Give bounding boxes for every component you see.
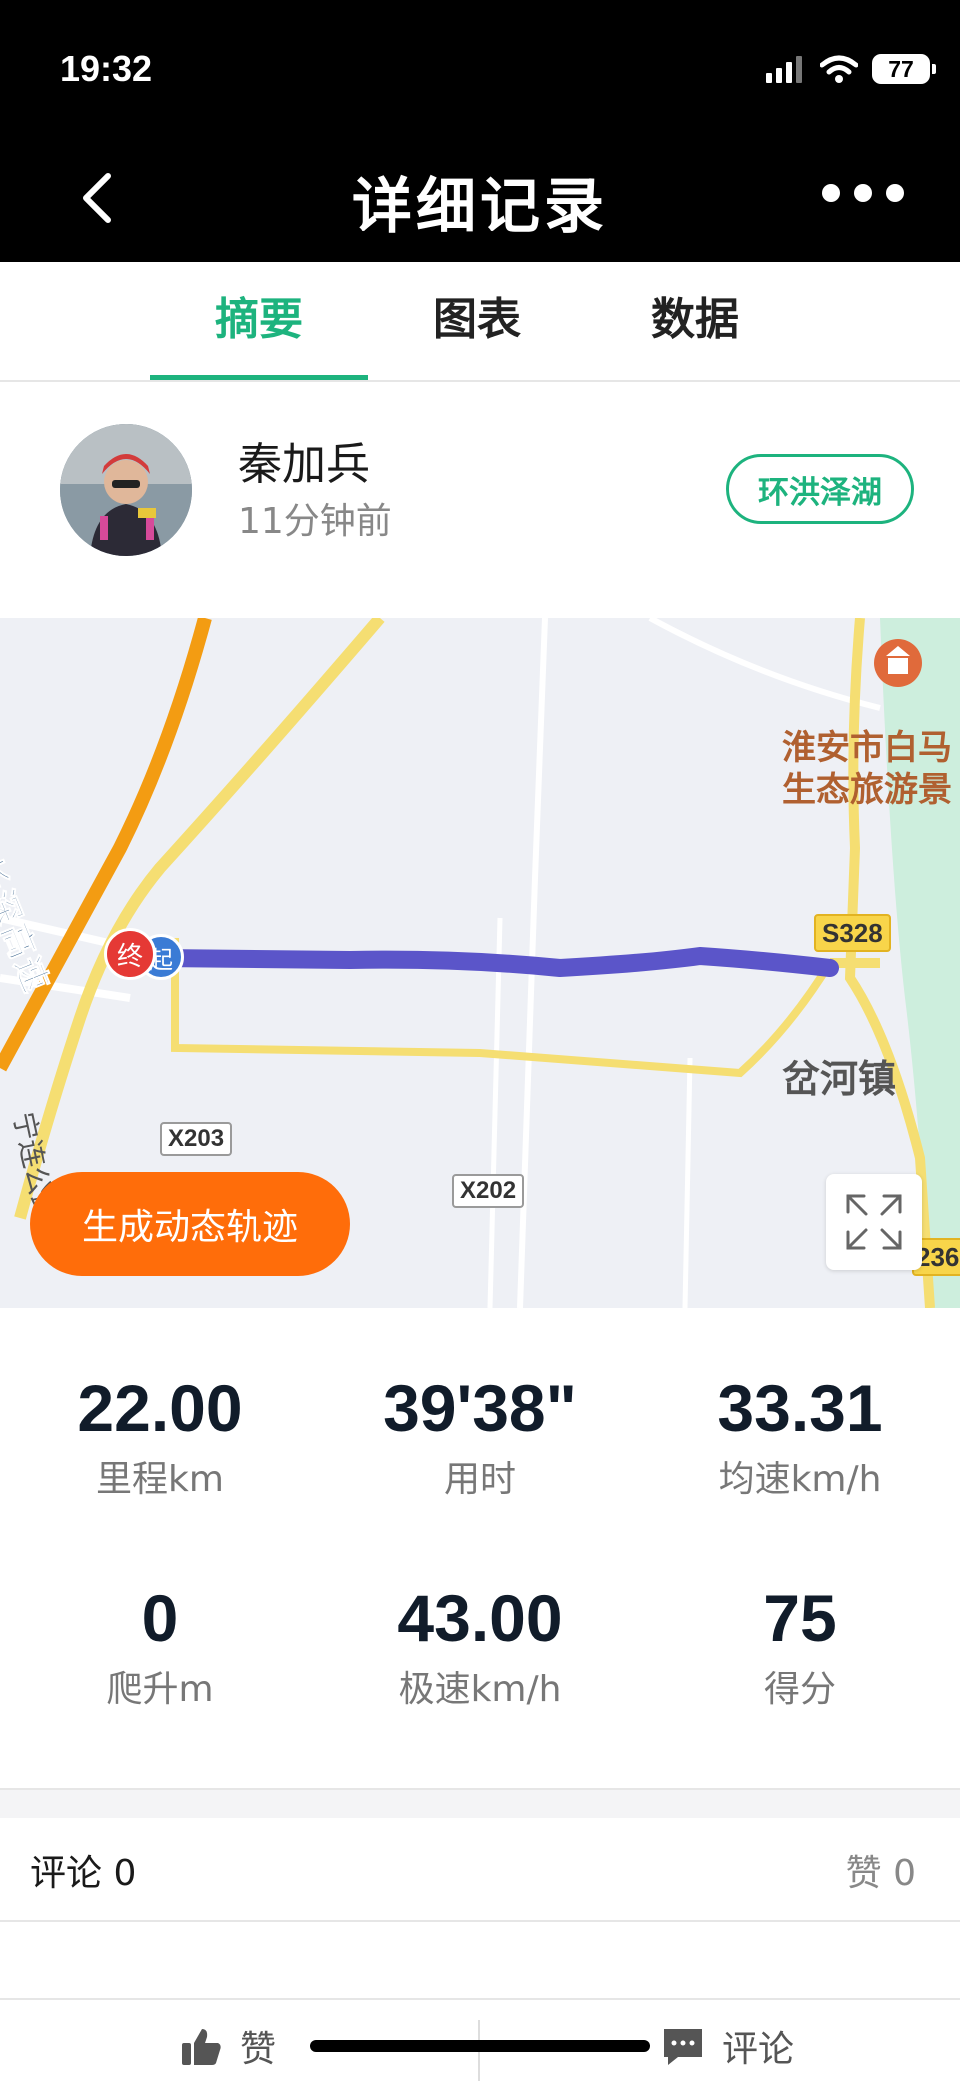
- stat-value: 22.00: [77, 1371, 243, 1445]
- home-indicator[interactable]: [310, 2040, 650, 2052]
- status-icons: 77: [766, 52, 936, 86]
- nav-bar: 详细记录: [0, 140, 960, 262]
- stat-label: 均速km/h: [718, 1459, 882, 1500]
- signal-icon: [766, 56, 802, 83]
- road-white: [682, 1057, 693, 1308]
- tab-summary[interactable]: 摘要: [150, 262, 368, 380]
- stat-value: 33.31: [717, 1371, 883, 1445]
- user-name[interactable]: 秦加兵: [238, 428, 370, 492]
- route-map[interactable]: 长深高速 宁连公路 淮安市白马 生态旅游景 岔河镇 X203 X202 S328…: [0, 618, 960, 1308]
- stat-label: 爬升m: [106, 1669, 214, 1710]
- like-label: 赞: [240, 2029, 277, 2070]
- stat-value: 39'38": [383, 1371, 577, 1445]
- tab-bar: 摘要 图表 数据: [0, 262, 960, 382]
- likes-count[interactable]: 赞 0: [846, 1844, 916, 1896]
- expand-icon: [846, 1194, 902, 1250]
- road-white: [487, 917, 503, 1308]
- stat-score: 75 得分: [640, 1580, 960, 1712]
- stat-label: 极速km/h: [398, 1669, 562, 1710]
- tab-data[interactable]: 数据: [586, 262, 804, 378]
- stat-elevation-gain: 0 爬升m: [0, 1580, 320, 1712]
- status-time: 19:32: [60, 48, 153, 89]
- avatar[interactable]: [60, 424, 192, 556]
- more-icon[interactable]: [822, 184, 904, 202]
- generate-track-button[interactable]: 生成动态轨迹: [30, 1172, 350, 1276]
- poi-label-line2: 生态旅游景: [782, 770, 952, 810]
- stat-label: 里程km: [96, 1459, 224, 1500]
- comments-summary-row: 评论 0 赞 0: [0, 1816, 960, 1922]
- comment-button[interactable]: 评论: [660, 2020, 794, 2072]
- stat-label: 用时: [443, 1459, 516, 1500]
- stat-value: 43.00: [397, 1581, 563, 1655]
- stat-label: 得分: [763, 1669, 836, 1710]
- post-time: 11分钟前: [238, 501, 392, 542]
- road-white: [648, 618, 881, 711]
- stat-avg-speed: 33.31 均速km/h: [640, 1370, 960, 1502]
- road-badge-s328: S328: [814, 914, 891, 952]
- tab-charts[interactable]: 图表: [368, 262, 586, 378]
- wifi-icon: [820, 55, 858, 83]
- expand-map-button[interactable]: [826, 1174, 922, 1270]
- ride-track: [151, 946, 839, 978]
- stat-distance: 22.00 里程km: [0, 1370, 320, 1502]
- like-button[interactable]: 赞: [178, 2020, 276, 2072]
- comment-label: 评论: [722, 2029, 795, 2070]
- stat-value: 75: [763, 1581, 837, 1655]
- stat-value: 0: [141, 1581, 179, 1655]
- route-tag-button[interactable]: 环洪泽湖: [726, 454, 914, 524]
- end-marker-label: 终: [116, 941, 143, 972]
- section-divider: [0, 1788, 960, 1818]
- town-label: 岔河镇: [782, 1057, 897, 1101]
- road-badge-x202: X202: [452, 1174, 525, 1208]
- battery-indicator: 77: [872, 54, 936, 84]
- stats-grid: 22.00 里程km 39'38" 用时 33.31 均速km/h 0 爬升m …: [0, 1308, 960, 1788]
- comments-count[interactable]: 评论 0: [30, 1844, 136, 1896]
- status-bar: 19:32 77: [0, 0, 960, 140]
- comment-icon: [664, 2029, 702, 2065]
- stat-max-speed: 43.00 极速km/h: [320, 1580, 640, 1712]
- thumbs-up-icon: [182, 2029, 221, 2065]
- road-badge-x203: X203: [160, 1122, 233, 1156]
- end-marker: 终: [104, 928, 156, 980]
- page-title: 详细记录: [352, 172, 608, 242]
- stat-duration: 39'38" 用时: [320, 1370, 640, 1502]
- profile-header: 秦加兵 11分钟前 环洪泽湖: [0, 382, 960, 618]
